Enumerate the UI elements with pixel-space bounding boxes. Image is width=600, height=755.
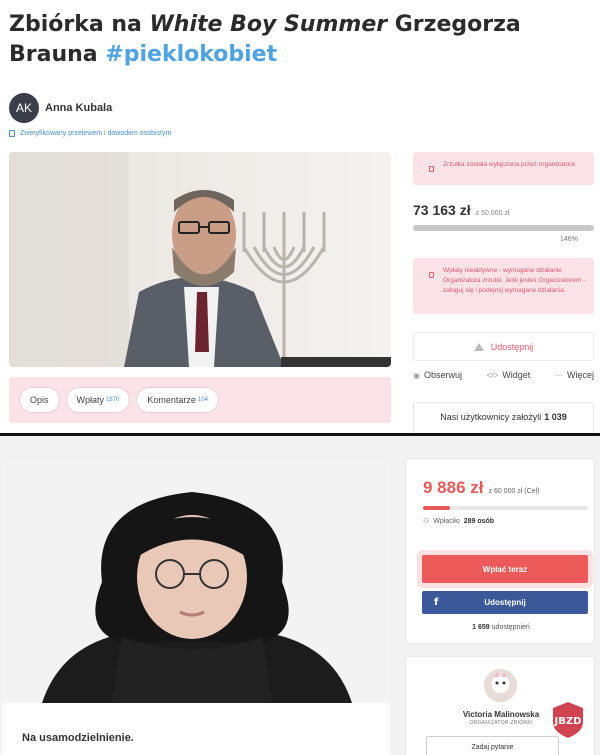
jbzd-logo-icon: JBZD: [553, 702, 583, 738]
dots-icon: ···: [554, 370, 563, 380]
progress-percent: 146%: [560, 236, 578, 243]
page-title: Zbiórka na White Boy Summer Grzegorza Br…: [9, 12, 521, 67]
donate-button[interactable]: Wpłać teraz: [422, 555, 588, 583]
donation-card: 9 886 zł z 60 000 zł (Cel) ⚇ Wpłaciło 28…: [405, 458, 595, 644]
facebook-share-button[interactable]: f Udostępnij: [422, 591, 588, 614]
more-link[interactable]: ··· Więcej: [555, 370, 594, 380]
goal-amount: z 50 000 zł: [475, 210, 510, 217]
woman-photo-icon: [2, 462, 390, 703]
shield-icon: [9, 130, 15, 137]
organizer-avatar-icon: [484, 669, 517, 702]
fundraiser-photo: [9, 152, 391, 367]
goal-amount: z 60 000 zł (Cel): [488, 488, 540, 495]
tab-payments[interactable]: Wpłaty 1870: [65, 387, 131, 413]
tab-description[interactable]: Opis: [19, 387, 60, 413]
tab-comments[interactable]: Komentarze 104: [136, 387, 219, 413]
author-name[interactable]: Anna Kubala: [45, 102, 112, 114]
progress-fill: [423, 506, 451, 510]
eye-icon: ◉: [413, 370, 420, 380]
verified-badge: Zweryfikowany przelewem i dowodem osobis…: [9, 130, 171, 137]
progress-bar: [413, 225, 594, 231]
description-section: Na usamodzielnienie.: [2, 703, 390, 755]
code-icon: </>: [486, 370, 499, 380]
hashtag-link[interactable]: #pieklokobiet: [105, 42, 277, 67]
widget-link[interactable]: </> Widget: [487, 370, 531, 380]
users-stats: Nasi użytkownicy założyli 1 039: [413, 402, 594, 433]
ask-question-button[interactable]: Zadaj pytanie: [426, 736, 559, 755]
info-icon: [428, 166, 434, 172]
fundraiser-photo: [2, 462, 390, 703]
observe-link[interactable]: ◉ Obserwuj: [413, 370, 462, 380]
inactive-alert: Wpłaty nieaktywne - wymagane działanie O…: [413, 258, 594, 314]
tab-payments-count: 1870: [106, 397, 120, 403]
avatar[interactable]: AK: [9, 93, 39, 123]
avatar[interactable]: [484, 669, 517, 702]
author-block[interactable]: AK Anna Kubala: [9, 93, 112, 123]
tab-comments-count: 104: [197, 397, 208, 403]
top-fundraiser-screenshot: Zbiórka na White Boy Summer Grzegorza Br…: [0, 0, 600, 433]
progress-bar: [423, 506, 588, 510]
shares-count: 1 659 udostępnień: [472, 624, 530, 631]
disabled-alert: Zrzutka została wyłączona przez organiza…: [413, 152, 594, 185]
bottom-fundraiser-screenshot: Na usamodzielnienie. 9 886 zł z 60 000 z…: [0, 436, 600, 755]
jbzd-watermark: JBZD: [547, 702, 589, 738]
page: Zbiórka na White Boy Summer Grzegorza Br…: [0, 0, 600, 755]
action-links: ◉ Obserwuj </> Widget ··· Więcej: [413, 370, 594, 380]
man-photo-icon: [9, 152, 391, 367]
raised-amount: 9 886 zł z 60 000 zł (Cel): [423, 478, 540, 497]
tabs-bar: Opis Wpłaty 1870 Komentarze 104: [9, 377, 391, 423]
donors-count: ⚇ Wpłaciło 289 osób: [423, 517, 495, 526]
description-heading: Na usamodzielnienie.: [22, 732, 134, 744]
share-button[interactable]: Udostępnij: [413, 332, 594, 361]
warning-icon: [473, 342, 484, 351]
info-icon: [428, 272, 434, 278]
raised-amount: 73 163 zł z 50 000 zł: [413, 202, 510, 218]
users-icon: ⚇: [423, 518, 430, 525]
svg-text:JBZD: JBZD: [554, 716, 582, 727]
facebook-icon: f: [434, 597, 439, 608]
